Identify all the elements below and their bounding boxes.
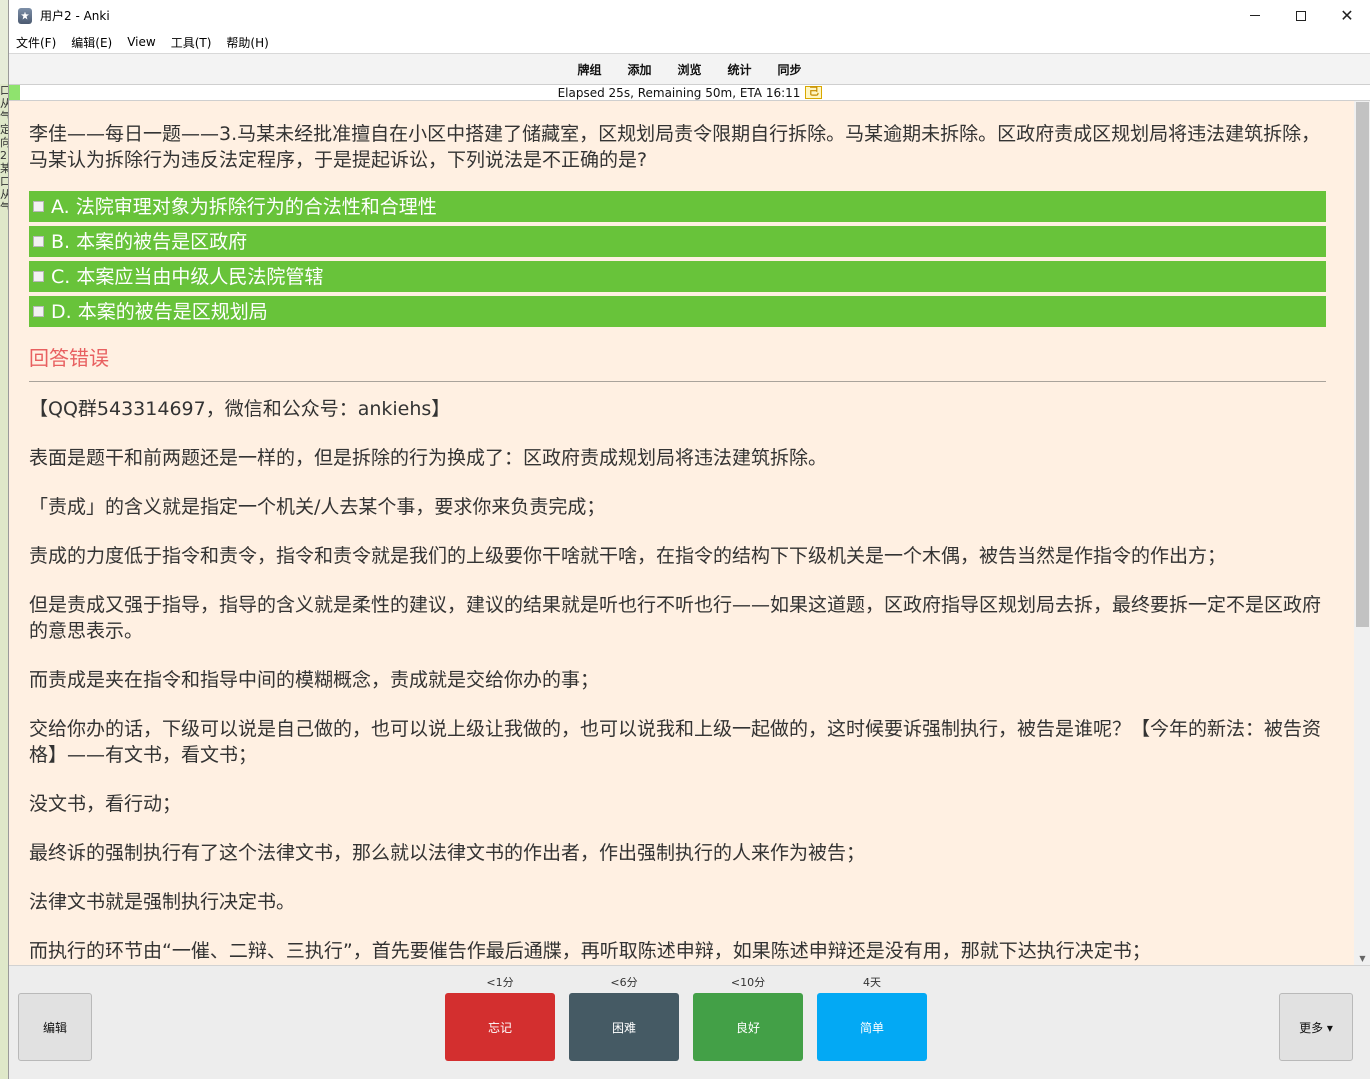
maximize-icon <box>1296 10 1306 21</box>
explanation-paragraph: 责成的力度低于指令和责令，指令和责令就是我们的上级要你干啥就干啥，在指令的结构下… <box>29 545 1227 567</box>
good-button[interactable]: 良好 <box>693 993 803 1061</box>
explanation-paragraph: 没文书，看行动； <box>29 793 182 815</box>
explanation-paragraph: 【QQ群543314697，微信和公众号：ankiehs】 <box>29 398 451 420</box>
edit-button[interactable]: 编辑 <box>18 993 92 1061</box>
toolbar-browse[interactable]: 浏览 <box>664 61 714 78</box>
checkbox-icon[interactable] <box>33 306 44 317</box>
title-bar[interactable]: 用户2 - Anki ✕ <box>9 0 1370 31</box>
strip-char: 口 <box>0 175 8 188</box>
strip-char: 气 <box>0 110 8 123</box>
toolbar-sync[interactable]: 同步 <box>765 61 815 78</box>
explanation-paragraph: 而责成是夹在指令和指导中间的模糊概念，责成就是交给你办的事； <box>29 669 600 691</box>
ease-easy-group: 4天 简单 <box>817 974 927 1061</box>
strip-char: 向 <box>0 136 8 149</box>
window-title: 用户2 - Anki <box>40 9 110 23</box>
again-button[interactable]: 忘记 <box>445 993 555 1061</box>
main-toolbar: 牌组 添加 浏览 统计 同步 <box>9 53 1370 84</box>
option-c[interactable]: C. 本案应当由中级人民法院管辖 <box>29 261 1326 292</box>
more-button[interactable]: 更多 ▾ <box>1279 993 1353 1061</box>
answer-button-bar: 编辑 <1分 忘记 <6分 困难 <10分 良好 4天 简单 更多 ▾ <box>9 965 1370 1079</box>
card-view: 李佳——每日一题——3.马某未经批准擅自在小区中搭建了储藏室，区规划局责令限期自… <box>9 101 1354 965</box>
anki-app-icon <box>18 7 32 24</box>
ease-hard-interval: <6分 <box>610 976 638 989</box>
explanation-paragraph: 但是责成又强于指导，指导的含义就是柔性的建议，建议的结果就是听也行不听也行——如… <box>29 594 1322 642</box>
explanation-paragraph: 而执行的环节由“一催、二辩、三执行”，首先要催告作最后通牒，再听取陈述申辩，如果… <box>29 940 1151 962</box>
ease-good-interval: <10分 <box>730 976 766 989</box>
explanation-paragraph: 「责成」的含义就是指定一个机关/人去某个事，要求你来负责完成； <box>29 496 606 518</box>
close-button[interactable]: ✕ <box>1324 0 1370 31</box>
checkbox-icon[interactable] <box>33 236 44 247</box>
toolbar-decks[interactable]: 牌组 <box>564 61 614 78</box>
ease-good-group: <10分 良好 <box>693 974 803 1061</box>
strip-char: 从 <box>0 97 8 110</box>
option-a[interactable]: A. 法院审理对象为拆除行为的合法性和合理性 <box>29 191 1326 222</box>
maximize-button[interactable] <box>1278 0 1324 31</box>
status-text: Elapsed 25s, Remaining 50m, ETA 16:11 <box>557 85 801 100</box>
menu-help[interactable]: 帮助(H) <box>226 34 268 51</box>
checkbox-icon[interactable] <box>33 201 44 212</box>
option-b[interactable]: B. 本案的被告是区政府 <box>29 226 1326 257</box>
progress-status-bar: Elapsed 25s, Remaining 50m, ETA 16:11 己 <box>9 84 1370 101</box>
checkbox-icon[interactable] <box>33 271 44 282</box>
ease-easy-interval: 4天 <box>863 976 881 989</box>
explanation-body: 【QQ群543314697，微信和公众号：ankiehs】 表面是题干和前两题还… <box>29 396 1326 964</box>
question-text: 李佳——每日一题——3.马某未经批准擅自在小区中搭建了储藏室，区规划局责令限期自… <box>29 123 1321 171</box>
easy-button[interactable]: 简单 <box>817 993 927 1061</box>
timer-icon: 己 <box>805 86 823 99</box>
strip-char: 2 <box>0 149 7 162</box>
explanation-paragraph: 交给你办的话，下级可以说是自己做的，也可以说上级让我做的，也可以说我和上级一起做… <box>29 718 1322 766</box>
strip-char: 定 <box>0 123 8 136</box>
option-d[interactable]: D. 本案的被告是区规划局 <box>29 296 1326 327</box>
menu-edit[interactable]: 编辑(E) <box>71 34 112 51</box>
menu-bar: 文件(F) 编辑(E) View 工具(T) 帮助(H) <box>9 31 1370 53</box>
menu-view[interactable]: View <box>127 35 155 49</box>
strip-char: 从 <box>0 188 8 201</box>
strip-char: 气 <box>0 201 8 214</box>
anki-window: 用户2 - Anki ✕ 文件(F) 编辑(E) View 工具(T) 帮助(H… <box>8 0 1370 1079</box>
strip-char: 某 <box>0 162 8 175</box>
progress-bar-fill <box>9 85 20 100</box>
answer-result-label: 回答错误 <box>29 346 109 370</box>
explanation-paragraph: 最终诉的强制执行有了这个法律文书，那么就以法律文书的作出者，作出强制执行的人来作… <box>29 842 866 864</box>
scrollbar-thumb[interactable] <box>1356 102 1369 627</box>
card-content: 李佳——每日一题——3.马某未经批准擅自在小区中搭建了储藏室，区规划局责令限期自… <box>29 121 1326 965</box>
scroll-down-arrow-icon[interactable]: ▼ <box>1354 954 1370 963</box>
close-icon: ✕ <box>1340 5 1354 25</box>
minimize-icon <box>1250 15 1260 16</box>
option-label: D. 本案的被告是区规划局 <box>51 300 268 323</box>
option-label: B. 本案的被告是区政府 <box>51 230 248 253</box>
option-label: C. 本案应当由中级人民法院管辖 <box>51 265 324 288</box>
background-window-strip: 口 从 气 定 向 2 某 口 从 气 <box>0 84 8 1079</box>
answer-divider <box>29 381 1326 382</box>
ease-again-interval: <1分 <box>486 976 514 989</box>
menu-tools[interactable]: 工具(T) <box>171 34 212 51</box>
explanation-paragraph: 法律文书就是强制执行决定书。 <box>29 891 296 913</box>
ease-hard-group: <6分 困难 <box>569 974 679 1061</box>
card-scrollbar[interactable]: ▼ <box>1354 101 1370 965</box>
menu-file[interactable]: 文件(F) <box>16 34 56 51</box>
minimize-button[interactable] <box>1232 0 1278 31</box>
toolbar-stats[interactable]: 统计 <box>715 61 765 78</box>
strip-char: 口 <box>0 84 8 97</box>
hard-button[interactable]: 困难 <box>569 993 679 1061</box>
ease-again-group: <1分 忘记 <box>445 974 555 1061</box>
toolbar-add[interactable]: 添加 <box>614 61 664 78</box>
explanation-paragraph: 表面是题干和前两题还是一样的，但是拆除的行为换成了：区政府责成规划局将违法建筑拆… <box>29 447 828 469</box>
option-label: A. 法院审理对象为拆除行为的合法性和合理性 <box>51 195 437 218</box>
